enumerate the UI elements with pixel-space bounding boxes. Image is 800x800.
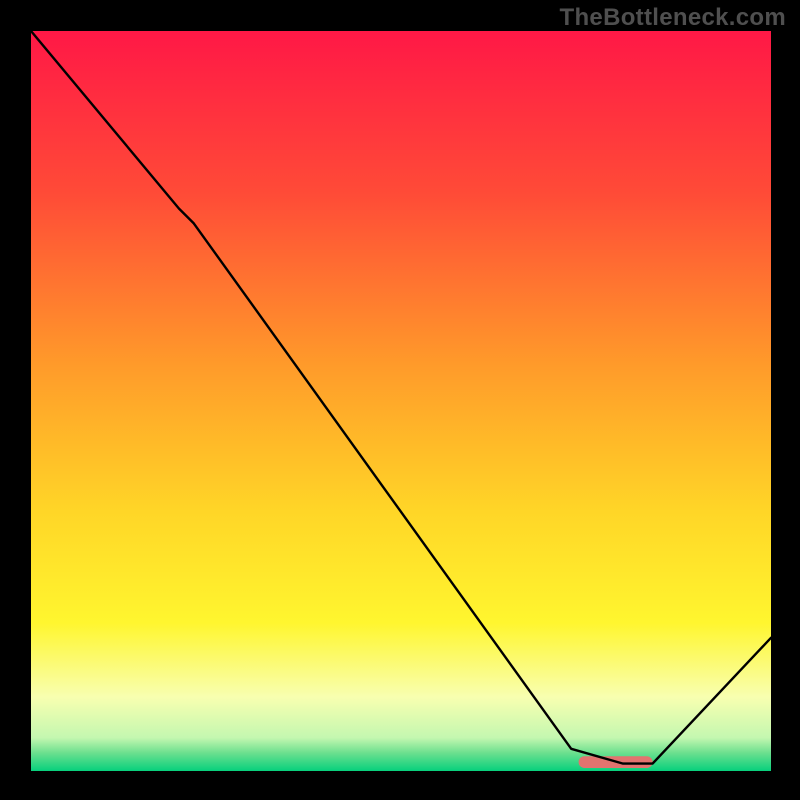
watermark-text: TheBottleneck.com <box>560 4 786 32</box>
plot-background <box>31 31 771 771</box>
chart-frame: TheBottleneck.com <box>0 0 800 800</box>
chart-svg <box>31 31 771 771</box>
